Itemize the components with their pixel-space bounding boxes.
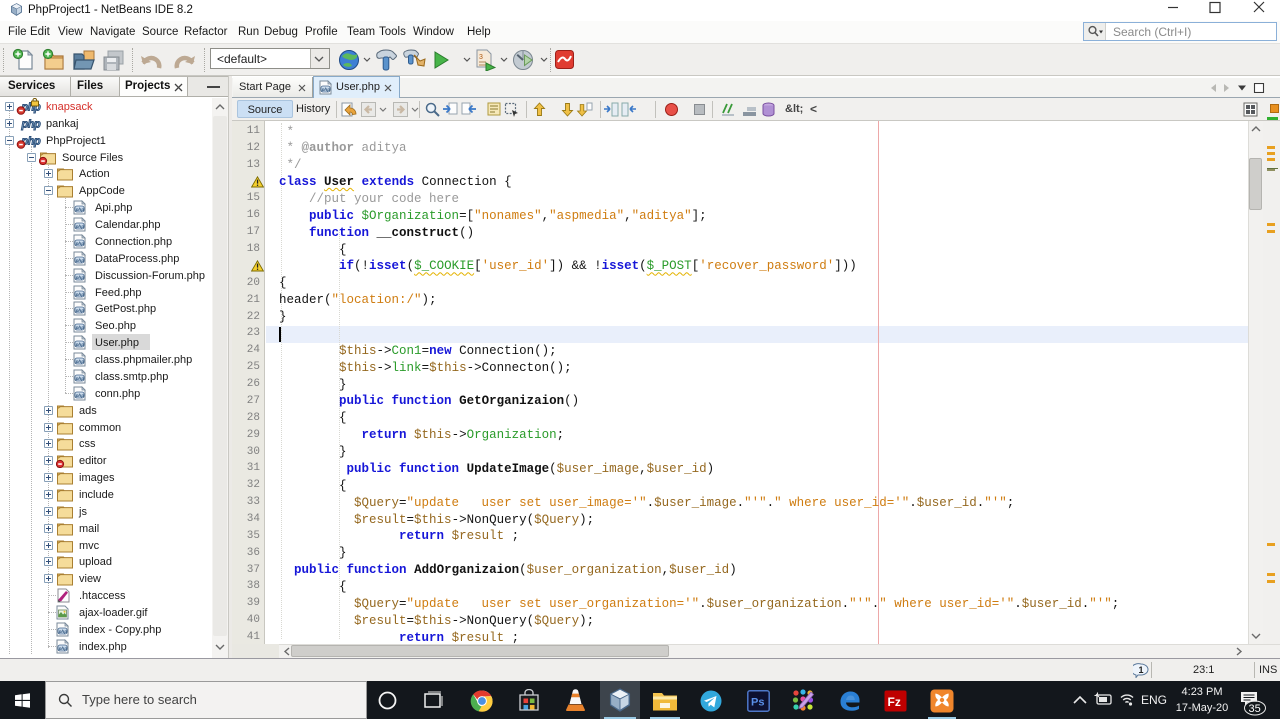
svg-text:php: php (75, 291, 85, 296)
svg-text:php: php (75, 393, 85, 398)
svg-text:php: php (75, 241, 85, 246)
svg-text:Ps: Ps (751, 697, 764, 709)
svg-text:php: php (75, 342, 85, 347)
svg-text:php: php (75, 274, 85, 279)
svg-text:1: 1 (1139, 665, 1144, 675)
svg-text:php: php (75, 359, 85, 364)
svg-text:php: php (21, 118, 41, 130)
svg-text:35: 35 (1249, 703, 1261, 715)
svg-text:php: php (75, 325, 85, 330)
svg-text:php: php (75, 207, 85, 212)
svg-text:php: php (75, 308, 85, 313)
svg-text:Fz: Fz (888, 695, 901, 709)
svg-text:php: php (75, 224, 85, 229)
svg-text:php: php (58, 629, 68, 634)
svg-text:php: php (75, 376, 85, 381)
svg-text:3: 3 (479, 54, 483, 61)
svg-text:php: php (321, 87, 331, 92)
svg-text:php: php (58, 646, 68, 651)
svg-text:php: php (75, 258, 85, 263)
